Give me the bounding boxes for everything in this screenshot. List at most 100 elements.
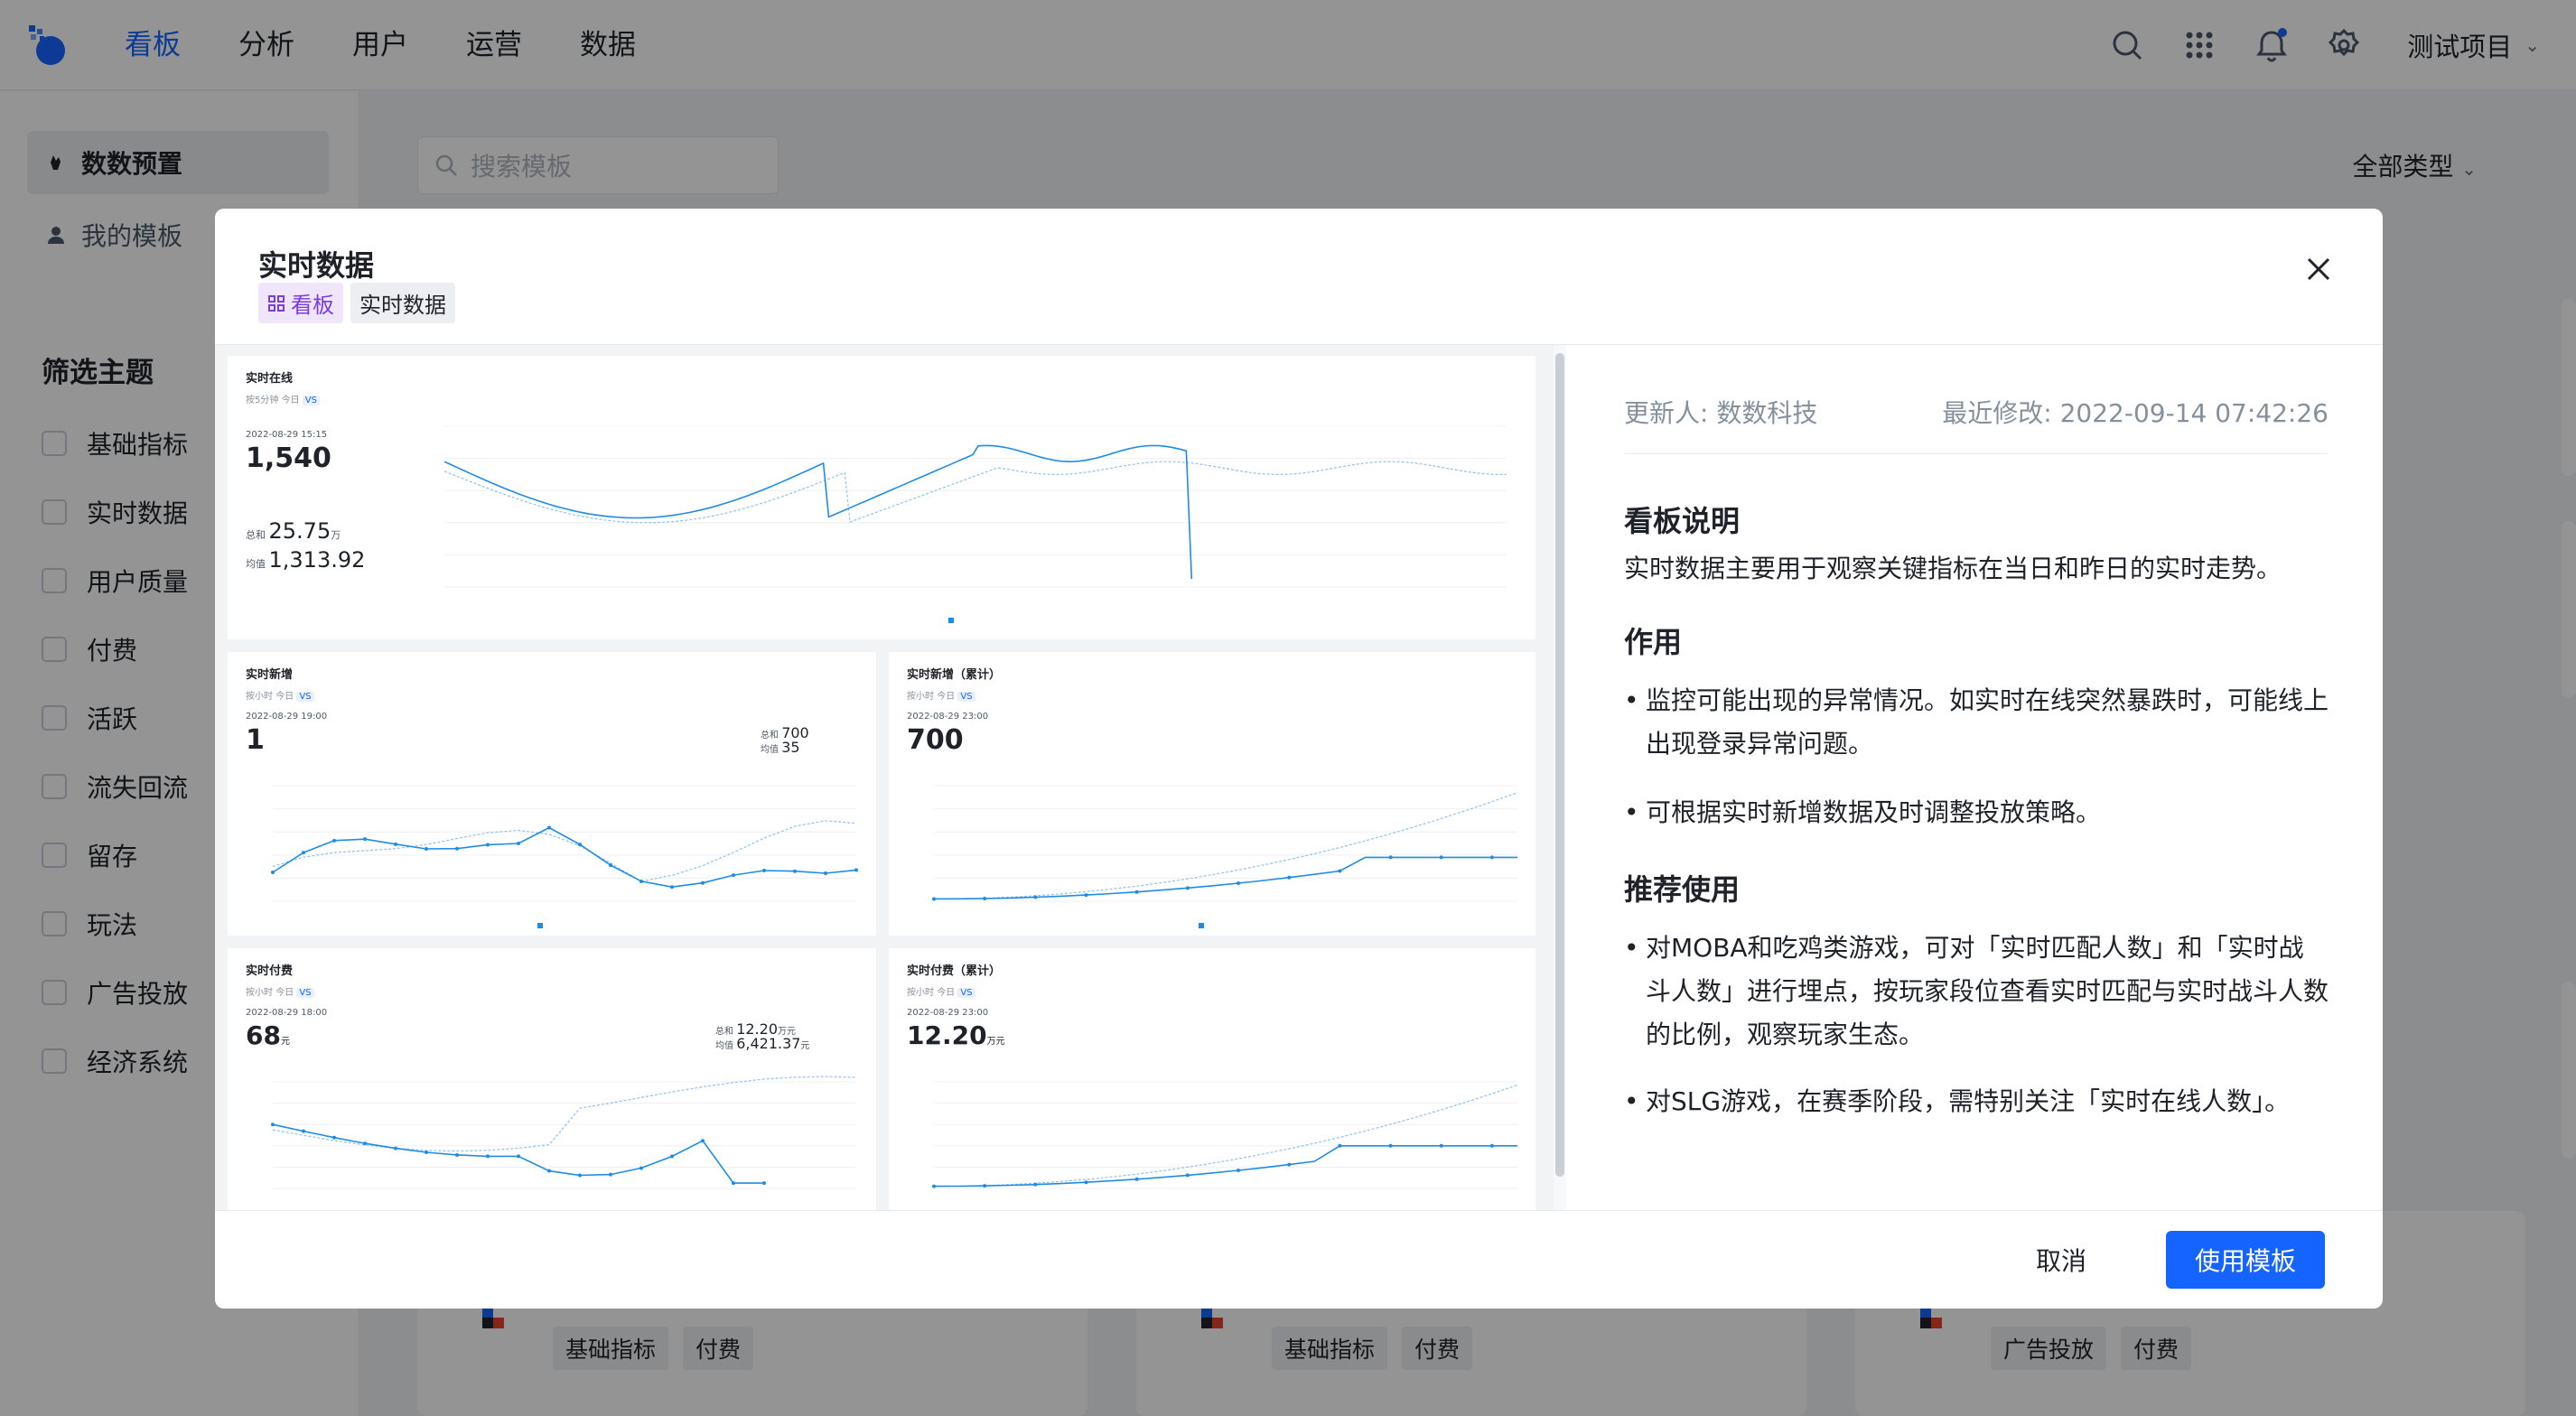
section-title: 作用 <box>1624 625 1683 659</box>
panel-value: 1 <box>246 724 265 756</box>
data-point <box>983 896 987 900</box>
preview-scrollbar-thumb[interactable] <box>1555 353 1564 1177</box>
close-icon[interactable] <box>2303 254 2334 284</box>
data-point <box>486 1154 490 1159</box>
new-users-cumulative-chart <box>932 785 1518 928</box>
data-point <box>394 842 397 846</box>
online-panel: 实时在线 按5分钟 今日 VS 2022-08-29 15:15 1,540 总… <box>228 356 1535 639</box>
legend-swatch <box>948 618 954 623</box>
data-point <box>1388 1143 1393 1148</box>
payment-cumulative-panel: 实时付费（累计） 按小时 今日 VS 2022-08-29 23:00 12.2… <box>889 948 1535 1210</box>
template-preview-modal: 实时数据 看板 实时数据 实时在线 按5分钟 今日 VS 2022-08-29 … <box>215 209 2383 1309</box>
data-point <box>1287 875 1292 880</box>
panel-date: 2022-08-29 19:00 <box>246 712 328 722</box>
last-modified-text: 最近修改: 2022-09-14 07:42:26 <box>1942 398 2329 428</box>
info-divider <box>1624 453 2329 454</box>
data-point <box>486 843 490 847</box>
data-point <box>932 1184 936 1188</box>
data-point <box>517 842 520 846</box>
data-point <box>578 1173 582 1178</box>
new-users-line-chart <box>271 785 858 928</box>
dashboard-tag: 看板 <box>258 283 343 323</box>
panel-date: 2022-08-29 15:15 <box>246 430 328 440</box>
data-point <box>1439 1143 1443 1148</box>
data-point <box>1084 893 1088 898</box>
data-point <box>394 1146 397 1150</box>
legend-swatch <box>537 923 543 928</box>
comparison-series-line <box>272 820 857 882</box>
today-series-line <box>443 444 1193 580</box>
modal-tags: 看板 实时数据 <box>258 283 462 323</box>
data-point <box>1134 1177 1139 1181</box>
data-point <box>1185 886 1190 890</box>
data-point <box>302 1129 305 1133</box>
data-point <box>271 871 275 874</box>
data-point <box>932 897 936 901</box>
new-users-panel: 实时新增 按小时 今日 VS 2022-08-29 19:00 1 总和 700… <box>228 652 876 936</box>
data-point <box>701 880 705 885</box>
payment-panel: 实时付费 按小时 今日 VS 2022-08-29 18:00 68元 总和 1… <box>228 948 876 1210</box>
panel-sub: 按小时 今日 VS <box>246 984 314 998</box>
panel-total: 总和 25.75万 <box>246 518 341 544</box>
payment-line-chart <box>271 1076 857 1189</box>
panel-sub: 按小时 今日 VS <box>246 688 314 702</box>
panel-sub: 按小时 今日 VS <box>907 688 975 702</box>
data-point <box>1388 855 1393 860</box>
bullet-item: 对MOBA和吃鸡类游戏，可对「实时匹配人数」和「实时战斗人数」进行埋点，按玩家段… <box>1624 927 2329 1057</box>
data-point <box>1237 881 1241 886</box>
use-template-button[interactable]: 使用模板 <box>2166 1231 2325 1289</box>
data-point <box>670 885 674 890</box>
data-point <box>363 837 367 842</box>
template-info: 更新人: 数数科技 最近修改: 2022-09-14 07:42:26 看板说明… <box>1624 345 2329 1210</box>
online-line-chart <box>443 425 1507 623</box>
dashboard-grid-icon <box>268 294 285 312</box>
panel-date: 2022-08-29 18:00 <box>246 1008 328 1018</box>
data-point <box>332 1135 336 1140</box>
category-tag: 实时数据 <box>350 283 455 323</box>
data-point <box>302 851 305 855</box>
cancel-button[interactable]: 取消 <box>2007 1231 2115 1289</box>
data-point <box>1237 1168 1241 1172</box>
comparison-series-line <box>443 461 1507 524</box>
today-series-line <box>272 1123 764 1184</box>
data-point <box>1033 1182 1038 1187</box>
bullet-item: 监控可能出现的异常情况。如实时在线突然暴跌时，可能线上出现登录异常问题。 <box>1624 679 2329 766</box>
panel-date: 2022-08-29 23:00 <box>907 1008 989 1018</box>
data-point <box>609 1172 612 1177</box>
panel-title: 实时新增 <box>246 668 294 682</box>
tag-label: 看板 <box>291 293 334 318</box>
legend-swatch <box>1199 923 1204 928</box>
today-series-line <box>933 1145 1517 1188</box>
data-point <box>271 1123 275 1127</box>
bullet-item: 可根据实时新增数据及时调整投放策略。 <box>1624 791 2329 834</box>
dashboard-preview[interactable]: 实时在线 按5分钟 今日 VS 2022-08-29 15:15 1,540 总… <box>215 345 1554 1210</box>
panel-avg: 均值 35 <box>761 739 800 756</box>
data-point <box>1033 895 1038 899</box>
section-text: 实时数据主要用于观察关键指标在当日和昨日的实时走势。 <box>1624 554 2282 583</box>
data-point <box>1338 1143 1342 1148</box>
data-point <box>1287 1162 1292 1167</box>
data-point <box>1489 855 1494 860</box>
data-point <box>332 838 336 843</box>
panel-value: 700 <box>907 724 964 756</box>
panel-sub: 按小时 今日 VS <box>907 984 975 998</box>
data-point <box>425 1150 428 1154</box>
data-point <box>732 1181 735 1186</box>
updater-text: 更新人: 数数科技 <box>1624 398 1818 428</box>
data-point <box>670 1154 674 1159</box>
data-point <box>1489 1143 1494 1148</box>
data-point <box>363 1141 367 1146</box>
data-point <box>578 843 582 847</box>
new-users-cumulative-panel: 实时新增（累计） 按小时 今日 VS 2022-08-29 23:00 700 <box>889 652 1535 936</box>
panel-title: 实时新增（累计） <box>907 668 1002 682</box>
panel-title: 实时付费 <box>246 964 294 978</box>
data-point <box>824 871 827 876</box>
panel-value: 68元 <box>246 1020 290 1050</box>
data-point <box>762 869 766 873</box>
data-point <box>455 1152 459 1157</box>
data-point <box>1439 855 1443 860</box>
data-point <box>854 868 858 872</box>
data-point <box>1185 1173 1190 1178</box>
section-title: 推荐使用 <box>1624 872 1741 907</box>
modal-title: 实时数据 <box>258 248 375 283</box>
